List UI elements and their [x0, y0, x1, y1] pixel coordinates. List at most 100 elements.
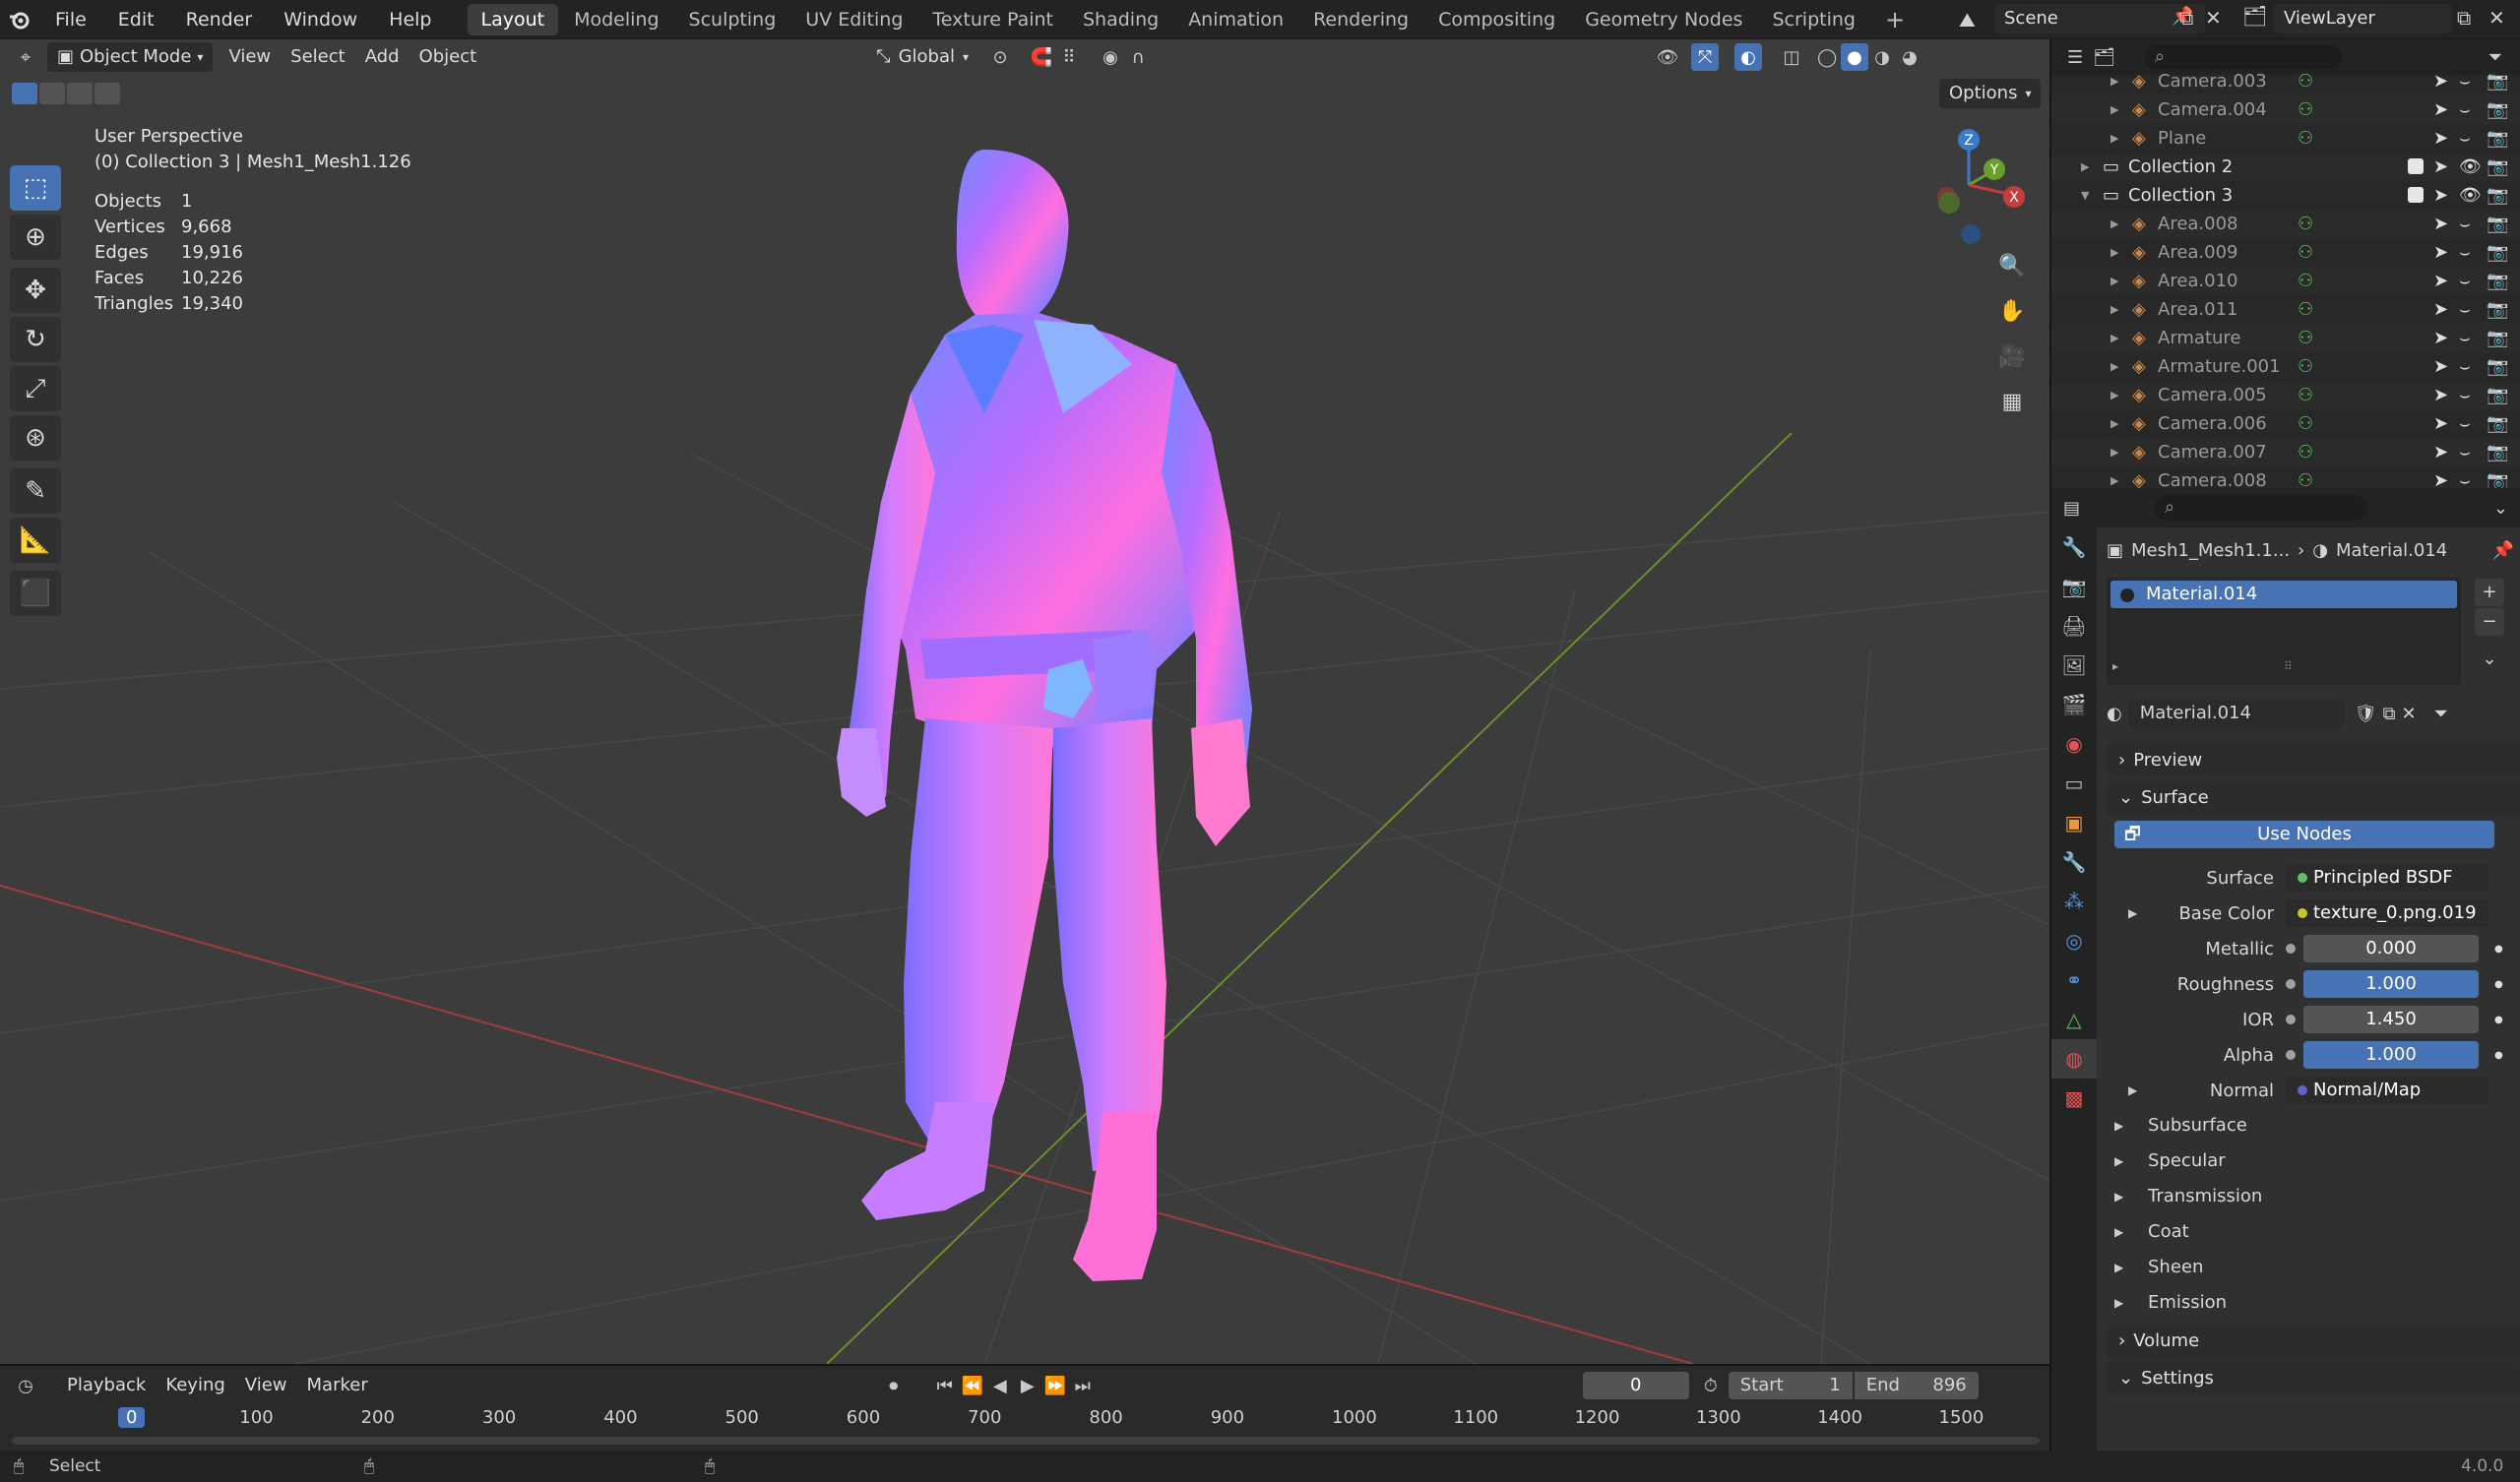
- disclosure-triangle-icon[interactable]: ▶: [2110, 389, 2118, 401]
- current-frame-field[interactable]: 0: [1582, 1372, 1689, 1399]
- camera-render-icon[interactable]: 📷: [2487, 128, 2508, 149]
- eye-visibility-icon[interactable]: ⌣: [2459, 356, 2471, 377]
- outliner-object-row[interactable]: ▶ ◈ Area.009 ⚇ ➤ ⌣ 📷: [2051, 238, 2520, 267]
- transform-orientation-dropdown[interactable]: ⤡ Global ▾: [866, 42, 978, 72]
- character-mesh[interactable]: [837, 150, 1252, 1281]
- end-frame-field[interactable]: End 896: [1854, 1372, 1979, 1399]
- panel-settings[interactable]: ⌄ Settings: [2107, 1362, 2520, 1395]
- stopwatch-icon[interactable]: ⏱: [1697, 1372, 1725, 1399]
- eye-visibility-icon[interactable]: ⌣: [2459, 413, 2471, 434]
- outliner-editor-icon[interactable]: ☰: [2067, 47, 2083, 68]
- socket-link-field[interactable]: Principled BSDF: [2286, 864, 2488, 892]
- subpanel-specular[interactable]: ▶ Specular: [2107, 1143, 2520, 1179]
- frame-ruler[interactable]: 0 100 200 300 400 500 600 700 800 900 1000 1100 1200…: [0, 1405, 2049, 1449]
- display-mode-icon[interactable]: 🗂: [2093, 47, 2115, 68]
- output-tab-icon[interactable]: 🖨: [2051, 606, 2097, 646]
- unlink-material-icon[interactable]: ✕: [2401, 704, 2416, 724]
- selectable-arrow-icon[interactable]: ➤: [2433, 128, 2448, 149]
- outliner-object-row[interactable]: ▶ ◈ Camera.007 ⚇ ➤ ⌣ 📷: [2051, 438, 2520, 466]
- camera-render-icon[interactable]: 📷: [2487, 185, 2508, 206]
- pan-hand-icon[interactable]: ✋: [1992, 291, 2032, 331]
- move-tool-icon[interactable]: ✥: [10, 268, 61, 313]
- chevron-down-icon[interactable]: ⌄: [2493, 498, 2508, 519]
- editor-type-icon[interactable]: ⌖: [12, 43, 39, 71]
- tab-scripting[interactable]: Scripting: [1758, 4, 1869, 35]
- fake-user-icon[interactable]: 🛡: [2355, 704, 2377, 724]
- menu-file[interactable]: File: [39, 0, 102, 39]
- delete-view-layer-icon[interactable]: ✕: [2488, 6, 2505, 30]
- panel-preview[interactable]: › Preview: [2107, 744, 2520, 777]
- exclude-checkbox[interactable]: [2408, 158, 2424, 174]
- data-tab-icon[interactable]: △: [2051, 1000, 2097, 1039]
- socket-dot-icon[interactable]: [2286, 1015, 2296, 1024]
- socket-dot-icon[interactable]: [2286, 1050, 2296, 1060]
- panel-volume[interactable]: › Volume: [2107, 1325, 2520, 1358]
- material-name-field[interactable]: Material.014: [2127, 700, 2345, 727]
- visibility-icon[interactable]: 👁: [1654, 43, 1681, 71]
- camera-render-icon[interactable]: 📷: [2487, 214, 2508, 234]
- selectable-arrow-icon[interactable]: ➤: [2433, 413, 2448, 434]
- filter-icon[interactable]: ⏷: [2488, 47, 2502, 68]
- disclosure-triangle-icon[interactable]: ▶: [2110, 474, 2118, 487]
- select-invert-icon[interactable]: [94, 83, 120, 104]
- perspective-grid-icon[interactable]: ▦: [1992, 382, 2032, 421]
- menu-keying[interactable]: Keying: [156, 1371, 234, 1400]
- eye-visibility-icon[interactable]: ⌣: [2459, 299, 2471, 320]
- navigation-gizmo[interactable]: Z Y X: [1910, 124, 2028, 252]
- subpanel-subsurface[interactable]: ▶ Subsurface: [2107, 1108, 2520, 1143]
- properties-search[interactable]: ⌕: [2155, 495, 2368, 521]
- auto-keying-icon[interactable]: ⏺: [880, 1372, 908, 1399]
- tab-layout[interactable]: Layout: [467, 3, 559, 35]
- outliner-collection-row[interactable]: ▼ ▭ Collection 3 ➤ 👁 📷: [2051, 181, 2520, 210]
- 3d-viewport[interactable]: ⌖ ▣ Object Mode ▾ View Select Add Object…: [0, 39, 2049, 1364]
- add-slot-icon[interactable]: +: [2475, 579, 2504, 606]
- add-workspace-icon[interactable]: +: [1871, 4, 1919, 35]
- options-dropdown[interactable]: Options ▾: [1939, 79, 2042, 108]
- tool-tab-icon[interactable]: 🔧: [2051, 527, 2097, 567]
- play-reverse-icon[interactable]: ◀: [986, 1372, 1014, 1399]
- camera-render-icon[interactable]: 📷: [2487, 470, 2508, 488]
- snap-toggle-icon[interactable]: 🧲: [1028, 43, 1055, 71]
- value-slider[interactable]: 1.450: [2303, 1006, 2479, 1033]
- constraints-tab-icon[interactable]: ⚭: [2051, 960, 2097, 1000]
- keyframe-dot-icon[interactable]: ●: [2494, 1050, 2503, 1061]
- selectable-arrow-icon[interactable]: ➤: [2433, 214, 2448, 234]
- camera-render-icon[interactable]: 📷: [2487, 242, 2508, 263]
- select-new-icon[interactable]: [12, 83, 37, 104]
- modifier-tab-icon[interactable]: 🔧: [2051, 842, 2097, 882]
- outliner-object-row[interactable]: ▶ ◈ Camera.003 ⚇ ➤ ⌣ 📷: [2051, 67, 2520, 95]
- eye-visibility-icon[interactable]: ⌣: [2459, 385, 2471, 405]
- menu-object[interactable]: Object: [410, 42, 487, 72]
- camera-render-icon[interactable]: 📷: [2487, 442, 2508, 463]
- overlay-toggle-icon[interactable]: ◐: [1734, 43, 1763, 71]
- rotate-tool-icon[interactable]: ↻: [10, 317, 61, 362]
- eye-visibility-icon[interactable]: ⌣: [2459, 214, 2471, 234]
- socket-link-field[interactable]: texture_0.png.019: [2286, 899, 2488, 927]
- select-extend-icon[interactable]: [39, 83, 65, 104]
- value-slider[interactable]: 0.000: [2303, 935, 2479, 962]
- view-layer-browse-icon[interactable]: 🗂: [2242, 4, 2267, 28]
- keyframe-dot-icon[interactable]: ●: [2494, 979, 2503, 990]
- camera-render-icon[interactable]: 📷: [2487, 413, 2508, 434]
- menu-view[interactable]: View: [219, 42, 281, 72]
- value-slider[interactable]: 1.000: [2303, 1041, 2479, 1069]
- camera-render-icon[interactable]: 📷: [2487, 299, 2508, 320]
- gizmo-toggle-icon[interactable]: ⤧: [1691, 43, 1720, 71]
- material-shading-icon[interactable]: ◑: [1868, 43, 1896, 71]
- disclosure-triangle-icon[interactable]: ▶: [2110, 332, 2118, 344]
- remove-slot-icon[interactable]: −: [2475, 608, 2504, 636]
- scene-tab-icon[interactable]: 🎬: [2051, 685, 2097, 724]
- disclosure-triangle-icon[interactable]: ▶: [2110, 246, 2118, 259]
- camera-render-icon[interactable]: 📷: [2487, 328, 2508, 348]
- disclosure-triangle-icon[interactable]: ▶: [2110, 75, 2118, 88]
- subpanel-emission[interactable]: ▶ Emission: [2107, 1285, 2520, 1321]
- collection-tab-icon[interactable]: ▭: [2051, 764, 2097, 803]
- blender-logo-icon[interactable]: [0, 0, 39, 39]
- subpanel-transmission[interactable]: ▶ Transmission: [2107, 1179, 2520, 1214]
- view-layer-tab-icon[interactable]: 🖼: [2051, 646, 2097, 685]
- duplicate-material-icon[interactable]: ⧉: [2383, 704, 2396, 724]
- outliner-object-row[interactable]: ▶ ◈ Area.011 ⚇ ➤ ⌣ 📷: [2051, 295, 2520, 324]
- pin-icon[interactable]: 📌: [2492, 540, 2514, 561]
- wireframe-shading-icon[interactable]: ◯: [1813, 43, 1841, 71]
- menu-playback[interactable]: Playback: [57, 1371, 156, 1400]
